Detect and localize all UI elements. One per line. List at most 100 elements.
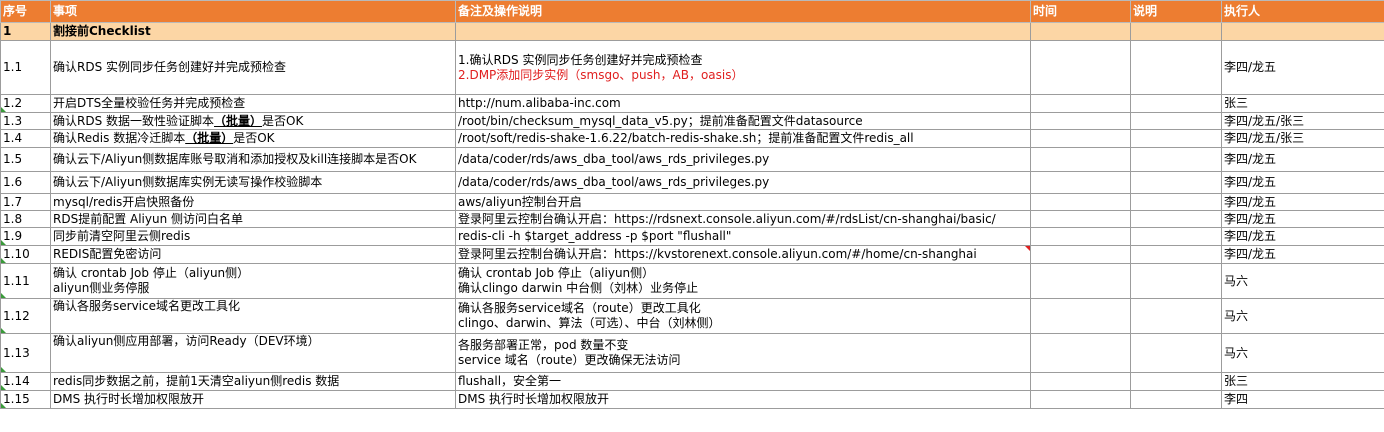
time-cell[interactable] [1030, 112, 1131, 130]
desc-cell[interactable] [1130, 227, 1222, 246]
num-cell[interactable]: 1.9 [0, 227, 51, 246]
owner-cell[interactable]: 李四/龙五 [1221, 193, 1384, 211]
num-cell[interactable]: 1.5 [0, 147, 51, 172]
owner-cell[interactable]: 马六 [1221, 263, 1384, 299]
time-cell[interactable] [1030, 372, 1131, 391]
task-cell[interactable]: 确认云下/Aliyun侧数据库实例无读写操作校验脚本 [50, 171, 456, 194]
desc-cell[interactable] [1130, 147, 1222, 172]
num-cell[interactable]: 1.12 [0, 298, 51, 334]
desc-cell[interactable] [1130, 245, 1222, 264]
time-cell[interactable] [1030, 333, 1131, 373]
note-cell[interactable]: aws/aliyun控制台开启 [455, 193, 1031, 211]
task-cell[interactable]: 确认 crontab Job 停止（aliyun侧） aliyun侧业务停服 [50, 263, 456, 299]
task-cell[interactable]: 确认RDS 数据一致性验证脚本（批量）是否OK [50, 112, 456, 130]
task-cell[interactable]: 确认RDS 实例同步任务创建好并完成预检查 [50, 40, 456, 95]
task-cell[interactable]: 开启DTS全量校验任务并完成预检查 [50, 94, 456, 113]
note-cell[interactable]: DMS 执行时长增加权限放开 [455, 390, 1031, 409]
owner-cell[interactable]: 李四/龙五 [1221, 171, 1384, 194]
note-cell[interactable]: 登录阿里云控制台确认开启：https://kvstorenext.console… [455, 245, 1031, 264]
desc-cell[interactable] [1130, 390, 1222, 409]
time-cell[interactable] [1030, 390, 1131, 409]
col-header-num[interactable]: 序号 [0, 0, 51, 23]
num-cell[interactable]: 1.10 [0, 245, 51, 264]
task-cell[interactable]: 同步前清空阿里云侧redis [50, 227, 456, 246]
note-cell[interactable]: 各服务部署正常，pod 数量不变 service 域名（route）更改确保无法… [455, 333, 1031, 373]
task-cell[interactable]: 确认aliyun侧应用部署，访问Ready（DEV环境） [50, 333, 456, 373]
num-cell[interactable]: 1.3 [0, 112, 51, 130]
owner-cell[interactable]: 李四/龙五 [1221, 147, 1384, 172]
col-header-desc[interactable]: 说明 [1130, 0, 1222, 23]
note-cell[interactable]: /root/bin/checksum_mysql_data_v5.py；提前准备… [455, 112, 1031, 130]
time-cell[interactable] [1030, 210, 1131, 228]
time-cell[interactable] [1030, 40, 1131, 95]
time-cell[interactable] [1030, 147, 1131, 172]
num-cell[interactable]: 1.1 [0, 40, 51, 95]
col-header-task[interactable]: 事项 [50, 0, 456, 23]
task-cell[interactable]: mysql/redis开启快照备份 [50, 193, 456, 211]
col-header-owner[interactable]: 执行人 [1221, 0, 1384, 23]
col-header-note[interactable]: 备注及操作说明 [455, 0, 1031, 23]
col-header-time[interactable]: 时间 [1030, 0, 1131, 23]
cell[interactable] [1221, 22, 1384, 41]
desc-cell[interactable] [1130, 112, 1222, 130]
cell[interactable] [455, 22, 1031, 41]
time-cell[interactable] [1030, 171, 1131, 194]
task-cell[interactable]: 确认云下/Aliyun侧数据库账号取消和添加授权及kill连接脚本是否OK [50, 147, 456, 172]
num-cell[interactable]: 1.14 [0, 372, 51, 391]
task-cell[interactable]: RDS提前配置 Aliyun 侧访问白名单 [50, 210, 456, 228]
task-cell[interactable]: 确认各服务service域名更改工具化 [50, 298, 456, 334]
task-cell[interactable]: 确认Redis 数据冷迁脚本（批量）是否OK [50, 129, 456, 148]
desc-cell[interactable] [1130, 94, 1222, 113]
owner-cell[interactable]: 李四/龙五 [1221, 210, 1384, 228]
note-cell[interactable]: flushall，安全第一 [455, 372, 1031, 391]
note-cell[interactable]: 确认 crontab Job 停止（aliyun侧） 确认clingo darw… [455, 263, 1031, 299]
note-cell[interactable]: /data/coder/rds/aws_dba_tool/aws_rds_pri… [455, 147, 1031, 172]
task-cell[interactable]: redis同步数据之前，提前1天清空aliyun侧redis 数据 [50, 372, 456, 391]
owner-cell[interactable]: 张三 [1221, 372, 1384, 391]
owner-cell[interactable]: 李四/龙五 [1221, 245, 1384, 264]
owner-cell[interactable]: 李四/龙五 [1221, 227, 1384, 246]
desc-cell[interactable] [1130, 333, 1222, 373]
time-cell[interactable] [1030, 129, 1131, 148]
desc-cell[interactable] [1130, 40, 1222, 95]
owner-cell[interactable]: 李四/龙五/张三 [1221, 112, 1384, 130]
section-num-cell[interactable]: 1 [0, 22, 51, 41]
task-cell[interactable]: REDIS配置免密访问 [50, 245, 456, 264]
desc-cell[interactable] [1130, 193, 1222, 211]
desc-cell[interactable] [1130, 372, 1222, 391]
task-cell[interactable]: DMS 执行时长增加权限放开 [50, 390, 456, 409]
owner-cell[interactable]: 李四/龙五/张三 [1221, 129, 1384, 148]
note-cell[interactable]: /data/coder/rds/aws_dba_tool/aws_rds_pri… [455, 171, 1031, 194]
time-cell[interactable] [1030, 245, 1131, 264]
num-cell[interactable]: 1.7 [0, 193, 51, 211]
num-cell[interactable]: 1.13 [0, 333, 51, 373]
num-cell[interactable]: 1.8 [0, 210, 51, 228]
owner-cell[interactable]: 张三 [1221, 94, 1384, 113]
num-cell[interactable]: 1.2 [0, 94, 51, 113]
note-cell[interactable]: http://num.alibaba-inc.com [455, 94, 1031, 113]
desc-cell[interactable] [1130, 210, 1222, 228]
note-cell[interactable]: 登录阿里云控制台确认开启：https://rdsnext.console.ali… [455, 210, 1031, 228]
owner-cell[interactable]: 马六 [1221, 298, 1384, 334]
note-cell[interactable]: redis-cli -h $target_address -p $port "f… [455, 227, 1031, 246]
num-cell[interactable]: 1.15 [0, 390, 51, 409]
cell[interactable] [1130, 22, 1222, 41]
note-cell[interactable]: /root/soft/redis-shake-1.6.22/batch-redi… [455, 129, 1031, 148]
time-cell[interactable] [1030, 94, 1131, 113]
num-cell[interactable]: 1.11 [0, 263, 51, 299]
section-title-cell[interactable]: 割接前Checklist [50, 22, 456, 41]
num-cell[interactable]: 1.6 [0, 171, 51, 194]
time-cell[interactable] [1030, 193, 1131, 211]
note-cell[interactable]: 1.确认RDS 实例同步任务创建好并完成预检查 2.DMP添加同步实例（smsg… [455, 40, 1031, 95]
desc-cell[interactable] [1130, 263, 1222, 299]
owner-cell[interactable]: 李四 [1221, 390, 1384, 409]
time-cell[interactable] [1030, 298, 1131, 334]
desc-cell[interactable] [1130, 129, 1222, 148]
desc-cell[interactable] [1130, 171, 1222, 194]
num-cell[interactable]: 1.4 [0, 129, 51, 148]
owner-cell[interactable]: 马六 [1221, 333, 1384, 373]
time-cell[interactable] [1030, 263, 1131, 299]
note-cell[interactable]: 确认各服务service域名（route）更改工具化 clingo、darwin… [455, 298, 1031, 334]
time-cell[interactable] [1030, 227, 1131, 246]
cell[interactable] [1030, 22, 1131, 41]
